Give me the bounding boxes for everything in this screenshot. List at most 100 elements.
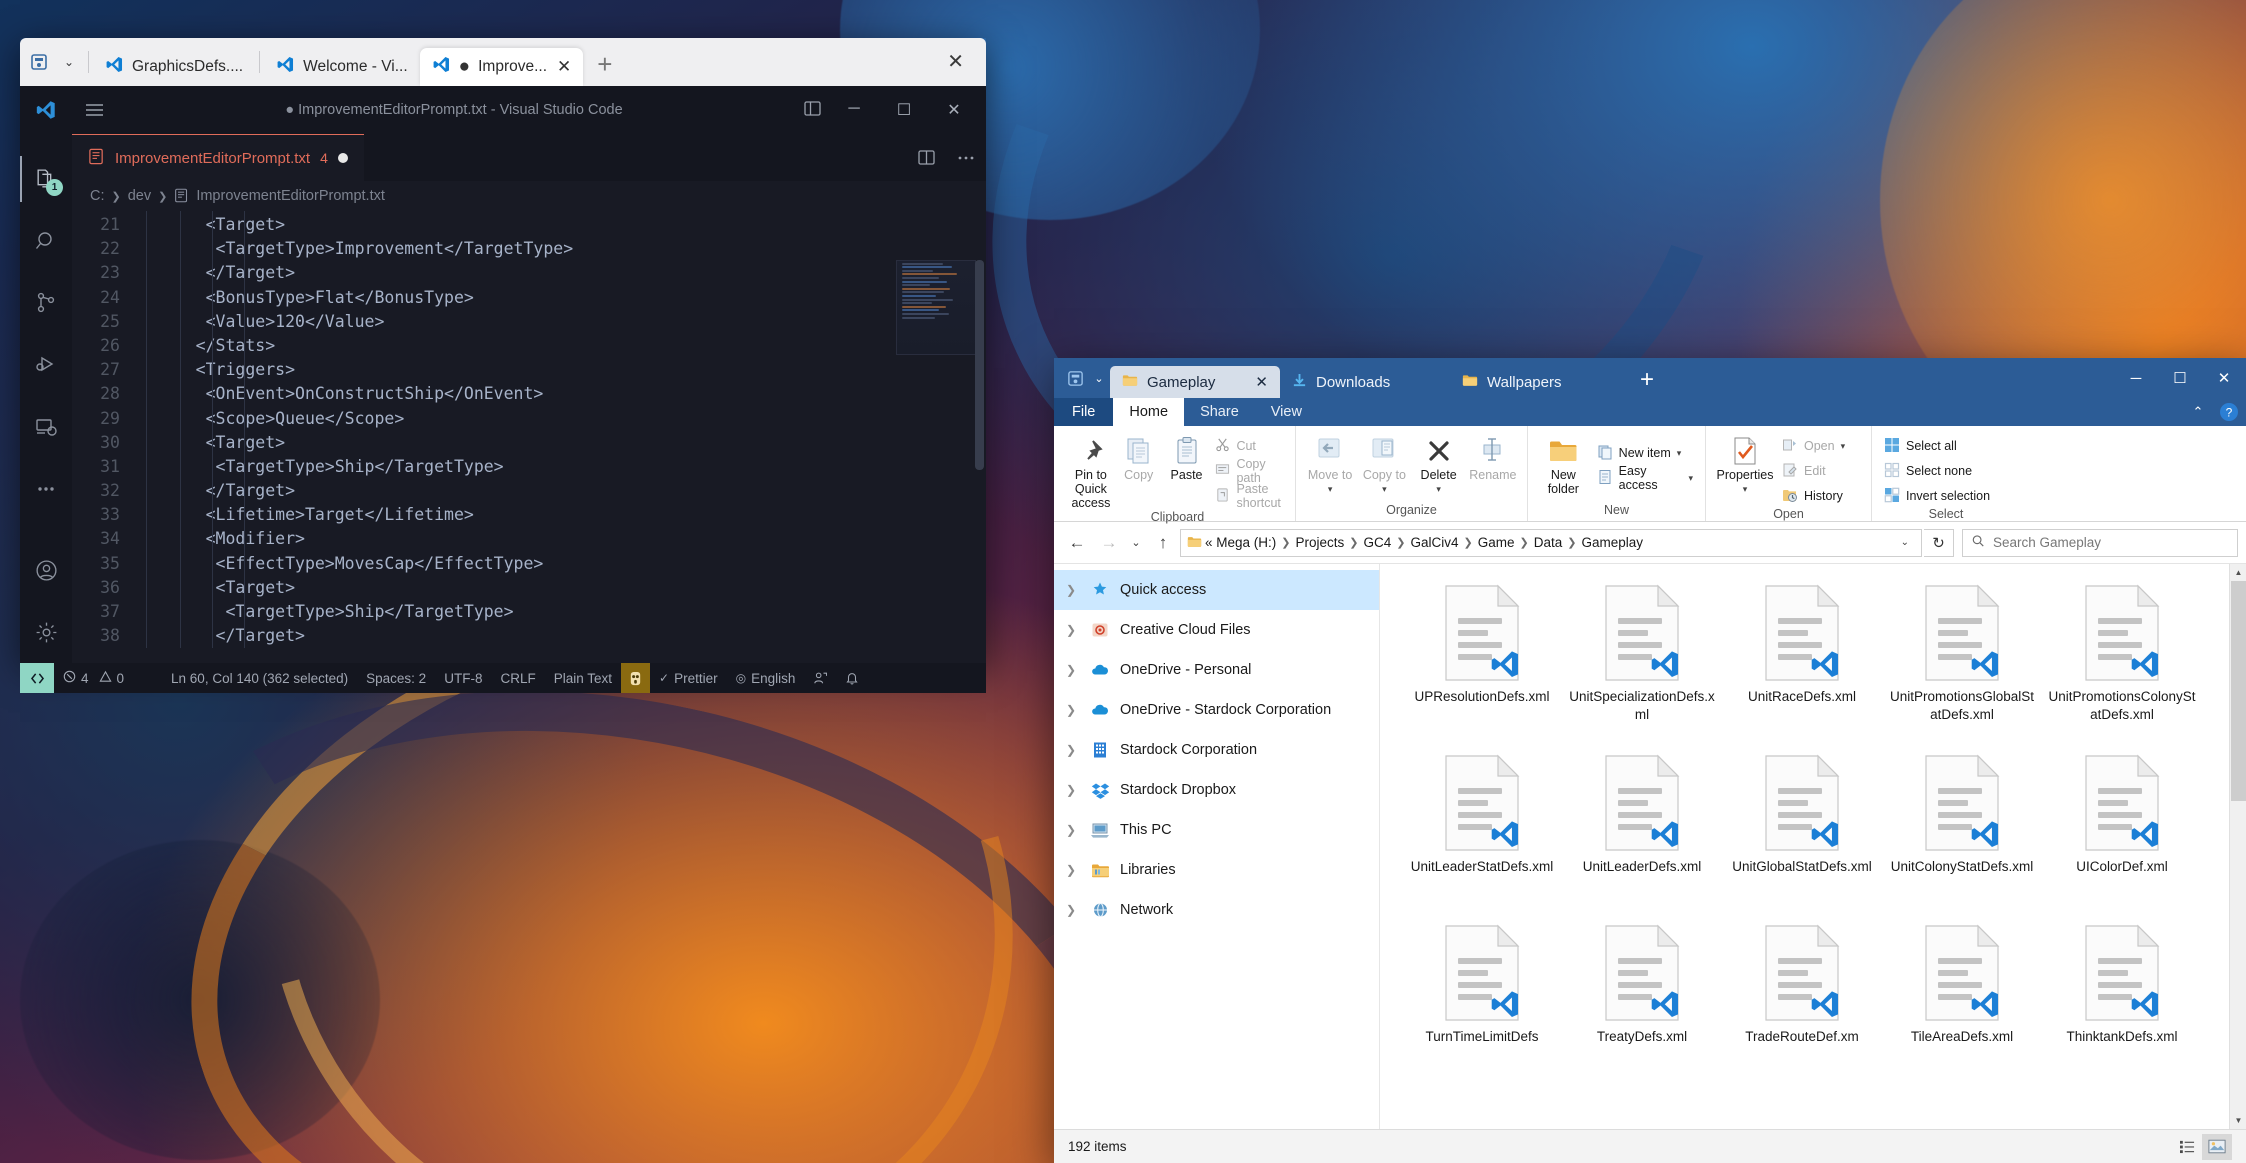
nav-item-quick-access[interactable]: ❯ Quick access [1054, 570, 1379, 610]
file-item[interactable]: UPResolutionDefs.xml [1402, 578, 1562, 748]
file-item[interactable]: UnitLeaderStatDefs.xml [1402, 748, 1562, 918]
paste-shortcut-button[interactable]: Paste shortcut [1211, 482, 1287, 510]
extension-icon[interactable] [621, 663, 651, 693]
cut-button[interactable]: Cut [1211, 435, 1287, 457]
editor-tab-improvementeditorprompt[interactable]: ImprovementEditorPrompt.txt 4 [72, 134, 364, 181]
chevron-down-icon[interactable]: ▾ [1743, 482, 1748, 496]
chevron-right-icon[interactable]: ❯ [1062, 823, 1080, 837]
back-button[interactable]: ← [1062, 528, 1092, 558]
search-input[interactable]: Search Gameplay [1962, 528, 2238, 557]
explorer-tab-gameplay[interactable]: Gameplay ✕ [1110, 366, 1280, 398]
rename-button[interactable]: Rename [1467, 430, 1519, 482]
scrollbar-thumb[interactable] [2231, 581, 2246, 801]
code-line[interactable]: 32 </Target> [72, 479, 986, 503]
breadcrumb-galciv4[interactable]: GalCiv4 [1410, 535, 1458, 550]
window-close-button[interactable]: ✕ [929, 49, 982, 86]
ribbon-tab-home[interactable]: Home [1113, 398, 1185, 426]
large-icons-view-icon[interactable] [2202, 1133, 2232, 1160]
move-to-button[interactable]: Move to ▾ [1304, 430, 1356, 496]
nav-item-onedrive-stardock-corporation[interactable]: ❯ OneDrive - Stardock Corporation [1054, 690, 1379, 730]
file-list-pane[interactable]: UPResolutionDefs.xml UnitSpecializationD… [1380, 564, 2246, 1129]
cursor-position-status[interactable]: Ln 60, Col 140 (362 selected) [133, 663, 357, 693]
code-line[interactable]: 38 </Target> [72, 624, 986, 648]
code-line[interactable]: 21 <Target> [72, 213, 986, 237]
copy-path-button[interactable]: Copy path [1211, 457, 1287, 485]
breadcrumb-item-drive[interactable]: C: [90, 188, 105, 204]
breadcrumb-gameplay[interactable]: Gameplay [1581, 535, 1643, 550]
encoding-status[interactable]: UTF-8 [435, 663, 491, 693]
file-item[interactable]: UnitPromotionsGlobalStatDefs.xml [1882, 578, 2042, 748]
chevron-down-icon[interactable]: ▾ [1382, 482, 1387, 496]
eol-status[interactable]: CRLF [491, 663, 544, 693]
breadcrumb-projects[interactable]: Projects [1296, 535, 1345, 550]
minimize-button[interactable]: ─ [832, 100, 876, 120]
formatter-status[interactable]: ✓ Prettier [650, 663, 727, 693]
explorer-tab-wallpapers[interactable]: Wallpapers [1450, 366, 1620, 398]
account-icon[interactable] [20, 539, 72, 601]
bell-icon[interactable] [836, 663, 868, 693]
file-item[interactable]: TreatyDefs.xml [1562, 918, 1722, 1088]
history-button[interactable]: History [1778, 485, 1849, 507]
ribbon-file-menu[interactable]: File [1054, 398, 1114, 426]
tab-close-icon[interactable]: ✕ [557, 57, 571, 77]
nav-item-network[interactable]: ❯ Network [1054, 890, 1379, 930]
code-line[interactable]: 28 <OnEvent>OnConstructShip</OnEvent> [72, 382, 986, 406]
settings-gear-icon[interactable] [20, 601, 72, 663]
file-item[interactable]: UnitPromotionsColonyStatDefs.xml [2042, 578, 2202, 748]
recent-locations-button[interactable]: ⌄ [1126, 528, 1146, 558]
code-line[interactable]: 37 <TargetType>Ship</TargetType> [72, 600, 986, 624]
maximize-button[interactable]: ☐ [882, 100, 926, 120]
chevron-right-icon[interactable]: ❯ [1062, 743, 1080, 757]
problems-status[interactable]: 4 0 [54, 663, 133, 693]
remote-explorer-icon[interactable] [20, 396, 72, 458]
chevron-down-icon[interactable]: ▾ [1677, 448, 1682, 459]
nav-item-this-pc[interactable]: ❯ This PC [1054, 810, 1379, 850]
minimize-button[interactable]: ─ [2114, 358, 2158, 398]
explorer-icon[interactable]: 1 [20, 148, 72, 210]
editor-minimap[interactable] [896, 260, 976, 355]
ribbon-tab-share[interactable]: Share [1184, 398, 1255, 426]
scroll-down-arrow-icon[interactable]: ▼ [2230, 1112, 2246, 1129]
code-line[interactable]: 27 <Triggers> [72, 358, 986, 382]
file-item[interactable]: TurnTimeLimitDefs [1402, 918, 1562, 1088]
file-item[interactable]: UIColorDef.xml [2042, 748, 2202, 918]
new-folder-button[interactable]: New folder [1536, 430, 1591, 496]
maximize-button[interactable]: ☐ [2158, 358, 2202, 398]
editor-scrollbar[interactable] [975, 260, 984, 470]
indentation-status[interactable]: Spaces: 2 [357, 663, 435, 693]
invert-selection-button[interactable]: Invert selection [1880, 485, 1994, 507]
file-item[interactable]: UnitSpecializationDefs.xml [1562, 578, 1722, 748]
edit-button[interactable]: Edit [1778, 460, 1849, 482]
chevron-up-icon[interactable]: ⌃ [2184, 398, 2212, 426]
file-item[interactable]: UnitLeaderDefs.xml [1562, 748, 1722, 918]
ribbon-tab-view[interactable]: View [1255, 398, 1318, 426]
breadcrumb-game[interactable]: Game [1478, 535, 1515, 550]
details-view-icon[interactable] [2172, 1134, 2202, 1160]
browser-tab-welcome[interactable]: Welcome - Vi... [264, 48, 420, 86]
breadcrumb-item-dev[interactable]: dev [128, 188, 151, 204]
new-tab-button[interactable]: + [583, 49, 626, 86]
run-debug-icon[interactable] [20, 334, 72, 396]
chevron-right-icon[interactable]: ❯ [1062, 583, 1080, 597]
file-item[interactable]: UnitColonyStatDefs.xml [1882, 748, 2042, 918]
scroll-up-arrow-icon[interactable]: ▲ [2230, 564, 2246, 581]
breadcrumb-gc4[interactable]: GC4 [1364, 535, 1392, 550]
split-editor-icon[interactable] [906, 134, 946, 181]
more-icon[interactable] [20, 458, 72, 520]
chevron-right-icon[interactable]: ❯ [1062, 783, 1080, 797]
explorer-app-icon[interactable] [1062, 358, 1088, 398]
spellcheck-status[interactable]: ◎ English [727, 663, 805, 693]
code-line[interactable]: 30 <Target> [72, 431, 986, 455]
select-all-button[interactable]: Select all [1880, 435, 1994, 457]
forward-button[interactable]: → [1094, 528, 1124, 558]
select-none-button[interactable]: Select none [1880, 460, 1994, 482]
chevron-right-icon[interactable]: ❯ [1062, 623, 1080, 637]
breadcrumb-data[interactable]: Data [1534, 535, 1563, 550]
more-actions-icon[interactable] [946, 134, 986, 181]
nav-item-stardock-dropbox[interactable]: ❯ Stardock Dropbox [1054, 770, 1379, 810]
feedback-person-icon[interactable] [804, 663, 836, 693]
up-button[interactable]: ↑ [1148, 528, 1178, 558]
code-line[interactable]: 24 <BonusType>Flat</BonusType> [72, 286, 986, 310]
chevron-right-icon[interactable]: ❯ [1062, 703, 1080, 717]
breadcrumb-item-file[interactable]: ImprovementEditorPrompt.txt [196, 188, 385, 204]
